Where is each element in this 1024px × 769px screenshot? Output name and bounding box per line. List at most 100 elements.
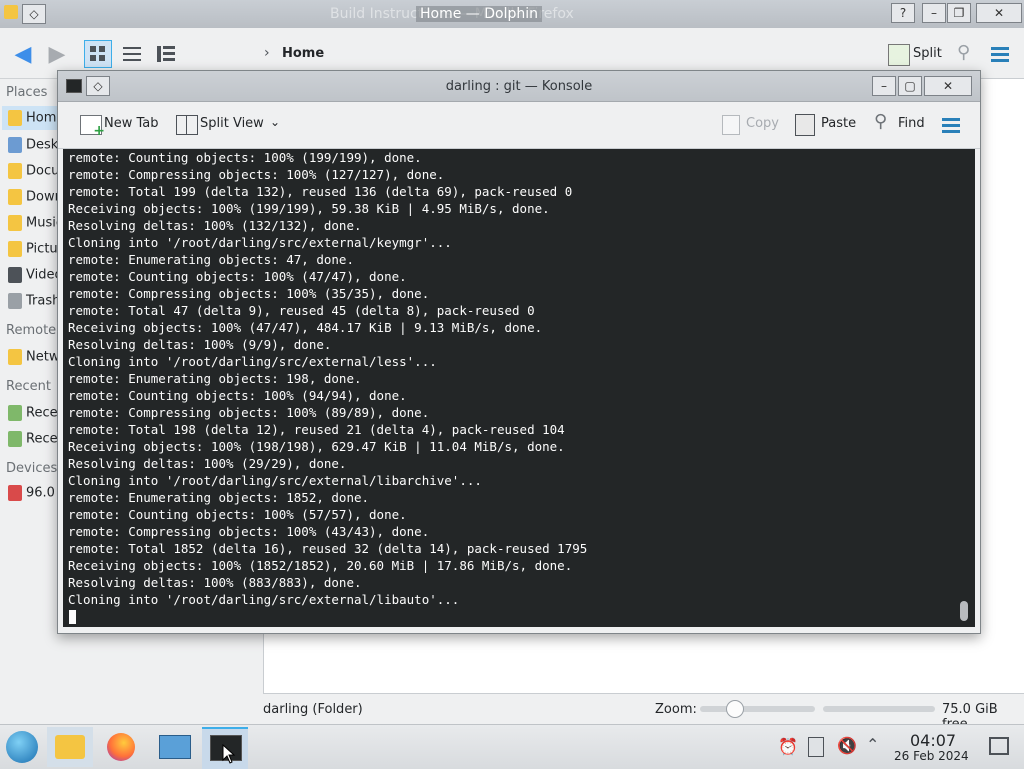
split-view-icon	[176, 115, 198, 135]
show-desktop-icon[interactable]	[989, 737, 1009, 755]
close-button[interactable]: ✕	[924, 76, 972, 96]
terminal-line: remote: Total 1852 (delta 16), reused 32…	[68, 541, 588, 556]
konsole-title: darling : git — Konsole	[445, 79, 593, 94]
system-settings-icon	[159, 735, 191, 759]
network-folder-icon	[8, 349, 22, 365]
icons-view-icon[interactable]	[84, 40, 112, 68]
places-item-documents[interactable]: Documents	[8, 163, 62, 179]
places-item-videos[interactable]: Videos	[8, 267, 62, 283]
music-folder-icon	[8, 215, 22, 231]
compact-view-icon[interactable]	[118, 40, 146, 68]
dolphin-statusbar: darling (Folder) Zoom: 75.0 GiB free	[0, 696, 1024, 732]
hamburger-menu-icon[interactable]	[990, 44, 1010, 64]
terminal-line: Resolving deltas: 100% (883/883), done.	[68, 575, 362, 590]
places-item-desktop[interactable]: Desktop	[8, 137, 62, 153]
terminal-line: Cloning into '/root/darling/src/external…	[68, 592, 460, 607]
maximize-button[interactable]: ▢	[898, 76, 922, 96]
terminal-line: remote: Compressing objects: 100% (43/43…	[68, 524, 430, 539]
new-tab-icon: +	[80, 115, 105, 138]
chevron-up-icon[interactable]: ⌃	[866, 735, 879, 754]
home-folder-icon	[8, 110, 22, 126]
terminal-scrollbar[interactable]	[960, 601, 968, 621]
breadcrumb[interactable]: Home	[282, 46, 324, 61]
paste-icon	[795, 114, 815, 136]
places-item-network[interactable]: Network	[8, 349, 62, 365]
new-tab-button[interactable]: New Tab	[104, 116, 159, 131]
copy-icon	[722, 115, 740, 135]
taskbar: ⏰ 🔇 ⌃ 04:07 26 Feb 2024	[0, 724, 1024, 769]
terminal-line: remote: Compressing objects: 100% (127/1…	[68, 167, 445, 182]
search-icon[interactable]: ⚲	[957, 42, 970, 63]
hard-drive-icon	[8, 485, 22, 501]
dolphin-titlebar[interactable]: ◇ Build Instructions — Mozilla Firefox H…	[0, 0, 1024, 29]
terminal-line: Cloning into '/root/darling/src/external…	[68, 235, 452, 250]
terminal-output: remote: Counting objects: 100% (199/199)…	[68, 149, 587, 608]
terminal-line: remote: Compressing objects: 100% (89/89…	[68, 405, 430, 420]
pictures-folder-icon	[8, 241, 22, 257]
taskbar-system-settings[interactable]	[151, 727, 197, 767]
devices-header: Devices	[6, 461, 58, 476]
konsole-titlebar[interactable]: ◇ darling : git — Konsole – ▢ ✕	[58, 71, 980, 102]
taskbar-firefox[interactable]	[99, 727, 145, 767]
zoom-slider-handle[interactable]	[725, 700, 744, 718]
paste-button[interactable]: Paste	[821, 116, 856, 131]
places-item-recent-files[interactable]: Recent Files	[8, 405, 62, 421]
chevron-down-icon[interactable]: ⌄	[270, 115, 280, 129]
terminal-line: remote: Total 199 (delta 132), reused 13…	[68, 184, 573, 199]
terminal-line: Receiving objects: 100% (1852/1852), 20.…	[68, 558, 573, 573]
folder-icon	[4, 5, 18, 19]
window-menu-icon[interactable]: ◇	[22, 4, 46, 24]
close-button[interactable]: ✕	[976, 3, 1022, 23]
terminal-line: remote: Counting objects: 100% (57/57), …	[68, 507, 407, 522]
find-button[interactable]: Find	[898, 116, 925, 131]
videos-folder-icon	[8, 267, 22, 283]
minimize-button[interactable]: –	[872, 76, 896, 96]
terminal-line: remote: Counting objects: 100% (47/47), …	[68, 269, 407, 284]
terminal-line: Resolving deltas: 100% (29/29), done.	[68, 456, 347, 471]
split-view-button[interactable]: Split View	[200, 116, 264, 131]
terminal-line: remote: Enumerating objects: 198, done.	[68, 371, 362, 386]
hamburger-menu-icon[interactable]	[941, 115, 961, 135]
places-item-home[interactable]: Home	[8, 110, 62, 126]
terminal-line: remote: Counting objects: 100% (199/199)…	[68, 150, 422, 165]
copy-button[interactable]: Copy	[746, 116, 779, 131]
clipboard-icon[interactable]	[808, 737, 824, 757]
terminal-view[interactable]: remote: Counting objects: 100% (199/199)…	[63, 149, 975, 627]
clock-date: 26 Feb 2024	[894, 749, 969, 763]
places-item-hard-drive[interactable]: 96.0 GiB Hard Drive	[8, 485, 62, 501]
recent-locations-icon	[8, 431, 22, 447]
places-item-music[interactable]: Music	[8, 215, 62, 231]
terminal-line: Resolving deltas: 100% (132/132), done.	[68, 218, 362, 233]
places-item-recent-locations[interactable]: Recent Locations	[8, 431, 62, 447]
places-item-downloads[interactable]: Downloads	[8, 189, 62, 205]
minimize-button[interactable]: –	[922, 3, 946, 23]
terminal-line: remote: Counting objects: 100% (94/94), …	[68, 388, 407, 403]
terminal-cursor	[69, 610, 76, 624]
terminal-line: remote: Enumerating objects: 1852, done.	[68, 490, 370, 505]
taskbar-file-manager[interactable]	[47, 727, 93, 767]
places-item-trash[interactable]: Trash	[8, 293, 62, 309]
back-arrow-icon[interactable]: ◀	[8, 40, 38, 70]
terminal-line: Receiving objects: 100% (198/198), 629.4…	[68, 439, 565, 454]
terminal-line: remote: Enumerating objects: 47, done.	[68, 252, 354, 267]
notification-bell-icon[interactable]: ⏰	[778, 737, 798, 756]
zoom-slider-track[interactable]	[700, 706, 815, 712]
mouse-cursor-icon	[222, 744, 236, 764]
recent-files-icon	[8, 405, 22, 421]
start-orb-icon[interactable]	[6, 731, 38, 763]
maximize-button[interactable]: ❐	[947, 3, 971, 23]
places-item-pictures[interactable]: Pictures	[8, 241, 62, 257]
help-button[interactable]: ?	[891, 3, 915, 23]
dolphin-title: Home — Dolphin	[416, 6, 543, 22]
downloads-folder-icon	[8, 189, 22, 205]
clock-time[interactable]: 04:07	[910, 731, 956, 750]
forward-arrow-icon[interactable]: ▶	[42, 40, 72, 70]
zoom-label: Zoom:	[655, 702, 697, 717]
folder-icon	[55, 735, 85, 759]
split-button[interactable]: Split	[913, 46, 942, 61]
documents-folder-icon	[8, 163, 22, 179]
details-view-icon[interactable]	[152, 40, 180, 68]
volume-muted-icon[interactable]: 🔇	[837, 736, 857, 755]
terminal-line: Cloning into '/root/darling/src/external…	[68, 473, 482, 488]
konsole-window: ◇ darling : git — Konsole – ▢ ✕ + New Ta…	[57, 70, 981, 634]
